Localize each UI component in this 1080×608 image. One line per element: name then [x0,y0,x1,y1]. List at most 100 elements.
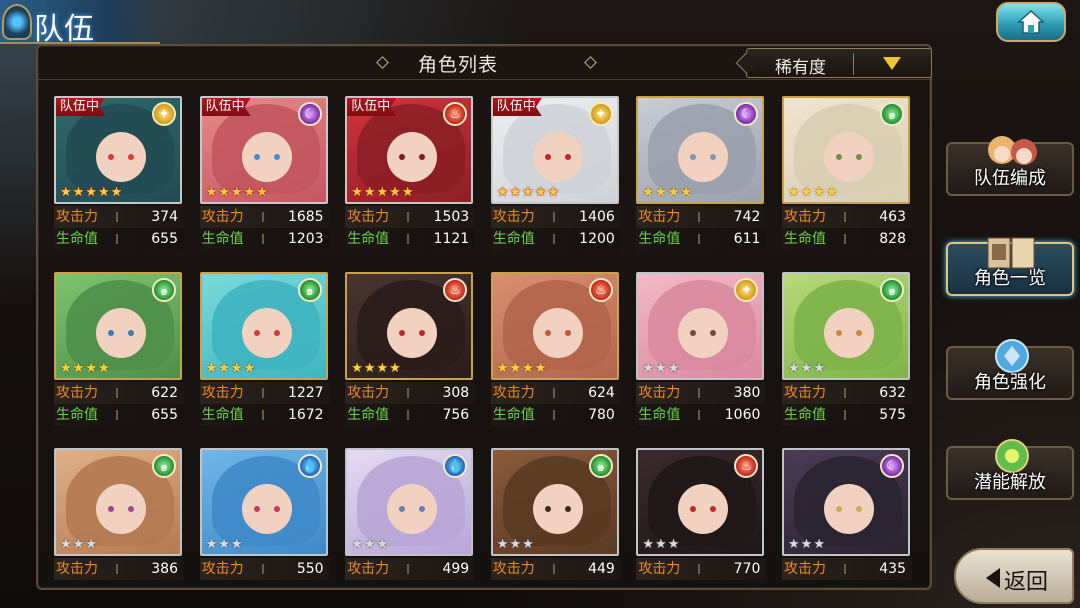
attack-value: 624 [588,385,615,401]
star-icon: ★ [85,361,97,376]
rarity-stars: ★ ★ ★ ★ ★ [351,186,413,199]
character-card[interactable]: ๑ ★ ★ ★ 攻击力 449 [490,448,621,608]
hp-label: 生命值 [347,407,390,423]
side-menu-button[interactable]: 角色一览 [946,237,1074,296]
attack-value: 449 [588,561,615,577]
star-icon: ★ [97,185,110,200]
hp-value: 1200 [579,231,615,247]
home-button[interactable] [996,2,1066,42]
character-card[interactable]: 💧 ★ ★ ★ 攻击力 499 [345,448,476,608]
side-menu-button[interactable]: 角色强化 [946,339,1074,400]
attack-row: 攻击力 632 [782,382,912,404]
attack-row: 攻击力 1227 [199,382,330,404]
hp-value: 780 [588,407,615,423]
attack-value: 499 [442,561,470,577]
character-portrait: 💧 ★ ★ ★ [199,448,328,556]
attack-row: 攻击力 1685 [199,206,330,228]
star-icon: ★ [363,537,376,552]
character-card[interactable]: 💧 ★ ★ ★ 攻击力 550 [199,448,330,608]
star-icon: ★ [60,537,72,552]
star-icon: ★ [813,361,825,376]
star-icon: ★ [655,185,667,200]
character-card[interactable]: 队伍中 ✦ ★ ★ ★ ★ ★ 攻击力 1406 生命值 1200 [490,96,621,256]
attack-label: 攻击力 [56,385,98,401]
rarity-stars: ★ ★ ★ ★ ★ [206,186,268,199]
rarity-stars: ★ ★ ★ ★ ★ [497,186,559,199]
attack-value: 1685 [287,209,324,225]
star-icon: ★ [389,361,401,376]
character-portrait: 队伍中 ♨ ★ ★ ★ ★ ★ [345,96,474,204]
rarity-stars: ★ ★ ★ ★ [206,362,256,375]
star-icon: ★ [680,185,693,200]
hp-label: 生命值 [638,407,681,423]
character-portrait: 队伍中 ✦ ★ ★ ★ ★ ★ [490,96,619,204]
star-icon: ★ [351,185,363,200]
star-icon: ★ [230,537,243,552]
hp-row: 生命值 611 [636,228,767,250]
star-icon: ★ [667,185,680,200]
star-icon: ★ [376,361,389,376]
rarity-stars: ★ ★ ★ [351,538,388,551]
character-card[interactable]: ☾ ★ ★ ★ 攻击力 435 [782,448,912,608]
character-portrait: ๑ ★ ★ ★ [782,272,910,380]
hp-label: 生命值 [638,231,681,247]
character-card[interactable]: ๑ ★ ★ ★ ★ 攻击力 1227 生命值 1672 [199,272,330,432]
hp-row: 生命值 655 [54,228,184,250]
attack-label: 攻击力 [492,561,535,577]
hp-value: 1121 [433,231,470,247]
attack-label: 攻击力 [201,561,244,577]
back-label: 返回 [1004,570,1049,595]
attack-row: 攻击力 386 [54,558,184,580]
attack-row: 攻击力 550 [199,558,330,580]
star-icon: ★ [72,185,85,200]
hp-value: 1672 [287,407,324,423]
attack-label: 攻击力 [201,385,244,401]
character-card[interactable]: ♨ ★ ★ ★ 攻击力 770 [636,448,767,608]
back-button[interactable]: 返回 [954,548,1074,604]
rarity-stars: ★ ★ ★ [788,538,825,551]
character-card[interactable]: ♨ ★ ★ ★ ★ 攻击力 308 生命值 756 [345,272,476,432]
star-icon: ★ [351,537,363,552]
star-icon: ★ [230,361,243,376]
star-icon: ★ [667,537,680,552]
in-team-badge: 队伍中 [56,98,106,116]
character-card[interactable]: ✦ ★ ★ ★ 攻击力 380 生命值 1060 [636,272,767,432]
character-card[interactable]: ๑ ★ ★ ★ 攻击力 632 生命值 575 [782,272,912,432]
attack-row: 攻击力 380 [636,382,767,404]
character-portrait: ๑ ★ ★ ★ ★ [782,96,910,204]
hp-value: 1203 [287,231,324,247]
character-card[interactable]: 队伍中 ☾ ★ ★ ★ ★ ★ 攻击力 1685 生命值 1203 [199,96,330,256]
star-icon: ★ [800,185,813,200]
character-portrait: 队伍中 ✦ ★ ★ ★ ★ ★ [54,96,182,204]
character-card[interactable]: ♨ ★ ★ ★ ★ 攻击力 624 生命值 780 [490,272,621,432]
rarity-stars: ★ ★ ★ ★ [351,362,401,375]
star-icon: ★ [642,185,655,200]
star-icon: ★ [825,185,838,200]
character-card[interactable]: ๑ ★ ★ ★ ★ 攻击力 622 生命值 655 [54,272,184,432]
element-wind-icon: ๑ [152,454,176,478]
side-menu-button[interactable]: 队伍编成 [946,136,1074,196]
attack-row: 攻击力 742 [636,206,767,228]
sort-dropdown[interactable]: 稀有度 [735,48,932,78]
side-menu-label: 队伍编成 [974,168,1046,189]
character-card[interactable]: ๑ ★ ★ ★ 攻击力 386 [54,448,184,608]
character-portrait: ♨ ★ ★ ★ [636,448,765,556]
hp-label: 生命值 [784,231,826,247]
star-icon: ★ [230,185,243,200]
side-menu-button[interactable]: 潜能解放 [946,439,1074,500]
character-card[interactable]: 队伍中 ♨ ★ ★ ★ ★ ★ 攻击力 1503 生命值 1121 [345,96,476,256]
hp-row: 生命值 1060 [636,404,767,426]
hp-label: 生命值 [56,407,98,423]
star-icon: ★ [205,361,218,376]
element-light-icon: ✦ [734,278,759,302]
hp-value: 828 [879,231,906,247]
character-card[interactable]: 队伍中 ✦ ★ ★ ★ ★ ★ 攻击力 374 生命值 655 [54,96,184,256]
star-icon: ★ [522,185,534,200]
star-icon: ★ [85,185,97,200]
character-card[interactable]: ๑ ★ ★ ★ ★ 攻击力 463 生命值 828 [782,96,912,256]
element-fire-icon: ♨ [734,454,759,478]
character-card[interactable]: ☾ ★ ★ ★ ★ 攻击力 742 生命值 611 [636,96,767,256]
hp-row: 生命值 756 [345,404,476,426]
star-icon: ★ [205,185,218,200]
rarity-stars: ★ ★ ★ ★ [642,186,692,199]
